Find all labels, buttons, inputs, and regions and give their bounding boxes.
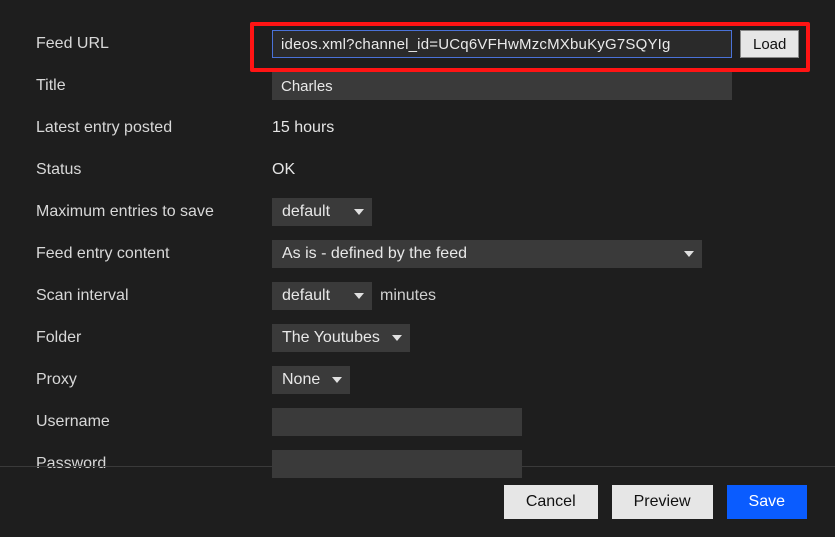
save-button[interactable]: Save [727,485,807,519]
proxy-selected: None [282,371,320,389]
row-scan-interval: Scan interval default minutes [36,282,799,310]
folder-select[interactable]: The Youtubes [272,324,410,352]
label-max-entries: Maximum entries to save [36,203,272,221]
row-latest-entry: Latest entry posted 15 hours [36,114,799,142]
username-input[interactable] [272,408,522,436]
feed-content-selected: As is - defined by the feed [282,245,467,263]
chevron-down-icon [684,251,694,257]
dialog-footer: Cancel Preview Save [0,466,835,537]
label-scan-interval: Scan interval [36,287,272,305]
status-value: OK [272,161,295,179]
max-entries-select[interactable]: default [272,198,372,226]
label-feed-url: Feed URL [36,35,272,53]
scan-interval-suffix: minutes [380,287,436,305]
cancel-button[interactable]: Cancel [504,485,598,519]
load-button[interactable]: Load [740,30,799,58]
preview-button[interactable]: Preview [612,485,713,519]
scan-interval-select[interactable]: default [272,282,372,310]
scan-interval-selected: default [282,287,330,305]
row-proxy: Proxy None [36,366,799,394]
row-status: Status OK [36,156,799,184]
label-status: Status [36,161,272,179]
row-username: Username [36,408,799,436]
label-proxy: Proxy [36,371,272,389]
feed-settings-form: Feed URL Load Title Latest entry posted … [0,0,835,502]
chevron-down-icon [392,335,402,341]
label-folder: Folder [36,329,272,347]
row-feed-url: Feed URL Load [36,30,799,58]
feed-content-select[interactable]: As is - defined by the feed [272,240,702,268]
proxy-select[interactable]: None [272,366,350,394]
folder-selected: The Youtubes [282,329,380,347]
chevron-down-icon [354,293,364,299]
feed-url-input[interactable] [272,30,732,58]
chevron-down-icon [332,377,342,383]
label-feed-content: Feed entry content [36,245,272,263]
label-username: Username [36,413,272,431]
label-title: Title [36,77,272,95]
max-entries-selected: default [282,203,330,221]
latest-entry-value: 15 hours [272,119,334,137]
label-latest-entry: Latest entry posted [36,119,272,137]
title-input[interactable] [272,72,732,100]
chevron-down-icon [354,209,364,215]
row-max-entries: Maximum entries to save default [36,198,799,226]
row-folder: Folder The Youtubes [36,324,799,352]
row-feed-content: Feed entry content As is - defined by th… [36,240,799,268]
row-title: Title [36,72,799,100]
